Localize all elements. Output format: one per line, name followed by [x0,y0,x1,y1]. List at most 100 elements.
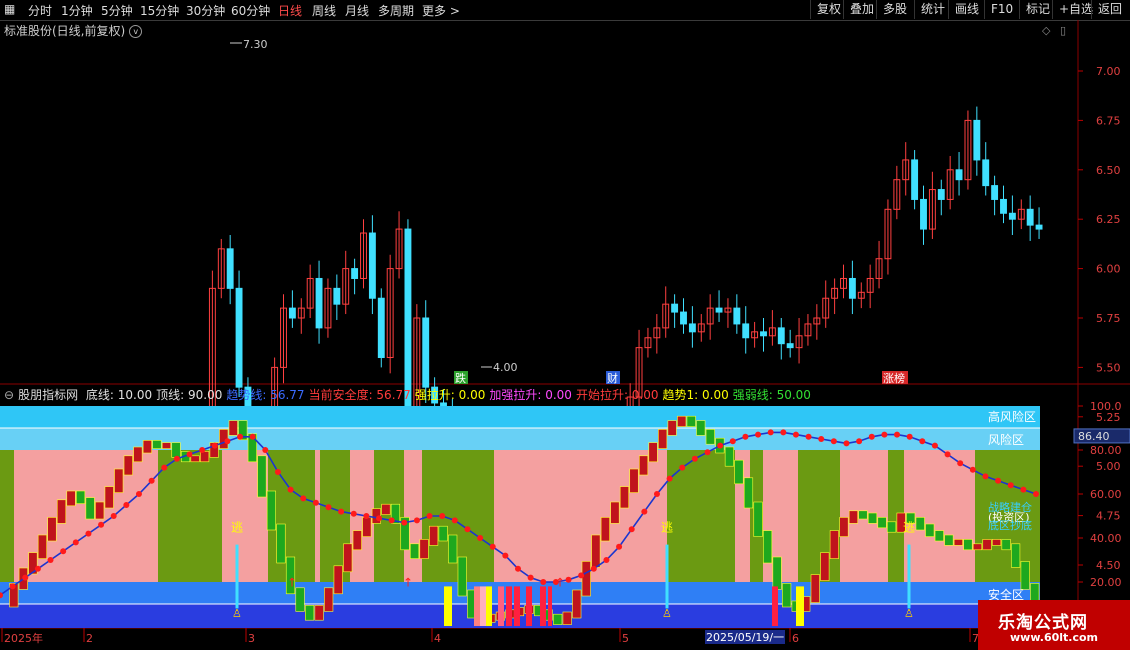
signal-bar [526,586,532,626]
diamond-icon[interactable]: ◇ [1042,24,1051,37]
date-tick-label: 2 [86,632,93,645]
candle-body [351,268,359,279]
trend-dot [186,451,193,458]
step-block [572,589,582,619]
signal-bar [772,586,778,626]
high-risk-label: 高风险区 [988,409,1036,424]
signal-bar [506,586,512,626]
trend-dot [401,519,408,526]
step-block [619,486,630,509]
trend-dot [628,526,635,533]
extreme-labels: 7.30 4.00 [230,38,518,374]
trend-dot [72,539,79,546]
price-tick-label: 4.50 [1096,559,1121,572]
trend-dot [274,469,281,475]
step-block [381,503,391,515]
step-block [114,468,124,493]
candle-body [982,159,990,187]
candle-body [742,323,750,339]
candle-body [315,277,323,329]
window-icon[interactable]: ▯ [1060,24,1066,37]
collapse-icon[interactable]: ⊖ [4,388,14,402]
step-block [915,517,925,531]
step-block [772,556,782,590]
logo-title: 乐淘公式网 [998,613,1088,633]
event-marker-label[interactable]: 财 [607,371,618,385]
date-tick-label: 3 [248,632,255,645]
candle-body [920,198,927,230]
signal-bar [474,586,480,626]
chart-canvas[interactable]: ◇ ▯ 7.006.756.506.256.005.755.505.255.00… [0,0,1130,650]
indicator-value-8: 强弱线: 50.00 [732,388,811,402]
step-block [314,605,324,621]
trend-dot [300,495,307,502]
step-block [743,477,754,509]
trend-dot [957,460,964,467]
step-block [944,534,954,546]
candle-body [733,307,741,325]
trend-dot [338,508,345,515]
trend-dot [47,557,54,563]
step-block [85,497,95,520]
step-block [457,556,467,597]
step-block [305,605,315,621]
trend-dot [110,513,117,519]
step-block [47,517,57,542]
trend-band [158,450,222,582]
step-block [705,429,715,445]
step-block [142,440,152,454]
trend-dot [653,491,660,497]
event-marker-label[interactable]: 跌 [455,371,466,385]
date-tick-label: 4 [434,632,441,645]
signal-bar [486,586,492,626]
indicator-name[interactable]: 股朋指标网 [18,388,78,402]
trend-dot [906,433,913,440]
trend-dot [464,526,471,533]
trend-dot [135,491,142,497]
trend-dot [9,583,16,590]
step-block [190,455,200,463]
indicator-value-3: 当前安全度: 56.77 [308,388,411,402]
step-block [600,517,610,542]
trend-dot [199,447,206,453]
site-logo: 乐淘公式网 www.60lt.com [978,600,1130,650]
trend-dot [982,473,989,480]
trend-dot [502,552,509,559]
indicator-tick-label: 100.0 [1090,400,1122,413]
step-block [409,543,420,559]
candle-body [1008,212,1016,220]
trend-dot [363,513,370,519]
candle-body [377,297,385,359]
indicator-value-5: 加强拉升: 0.00 [489,388,572,402]
signal-bar [480,586,486,626]
indicator-value-7: 趋势1: 0.00 [662,388,729,402]
trend-dot [856,438,863,445]
indicator-tick-label: 40.00 [1090,532,1122,545]
event-marker-label[interactable]: 涨榜 [883,371,905,385]
step-block [123,455,133,476]
step-block [591,534,601,568]
price-tick-label: 5.50 [1096,361,1121,374]
trend-dot [767,429,774,436]
trend-dot [969,466,976,473]
step-block [667,420,677,436]
trend-band [667,450,735,582]
trend-dot [85,530,92,537]
trend-dot [666,475,673,482]
trend-dot [717,442,724,449]
price-tick-label: 6.00 [1096,263,1121,276]
risk-label: 风险区 [988,432,1024,447]
up-arrow-icon: ↑ [287,575,297,589]
up-arrow-icon: ↑ [403,575,413,589]
trend-dot [780,429,787,436]
price-tick-label: 6.75 [1096,114,1121,127]
step-block [925,523,935,537]
trend-dot [742,433,749,440]
trend-dot [376,515,383,522]
step-block [858,510,868,520]
candle-body [235,287,243,388]
trend-dot [262,447,269,453]
trend-dot [1007,482,1014,489]
step-block [152,440,162,449]
candle-body [715,307,723,313]
